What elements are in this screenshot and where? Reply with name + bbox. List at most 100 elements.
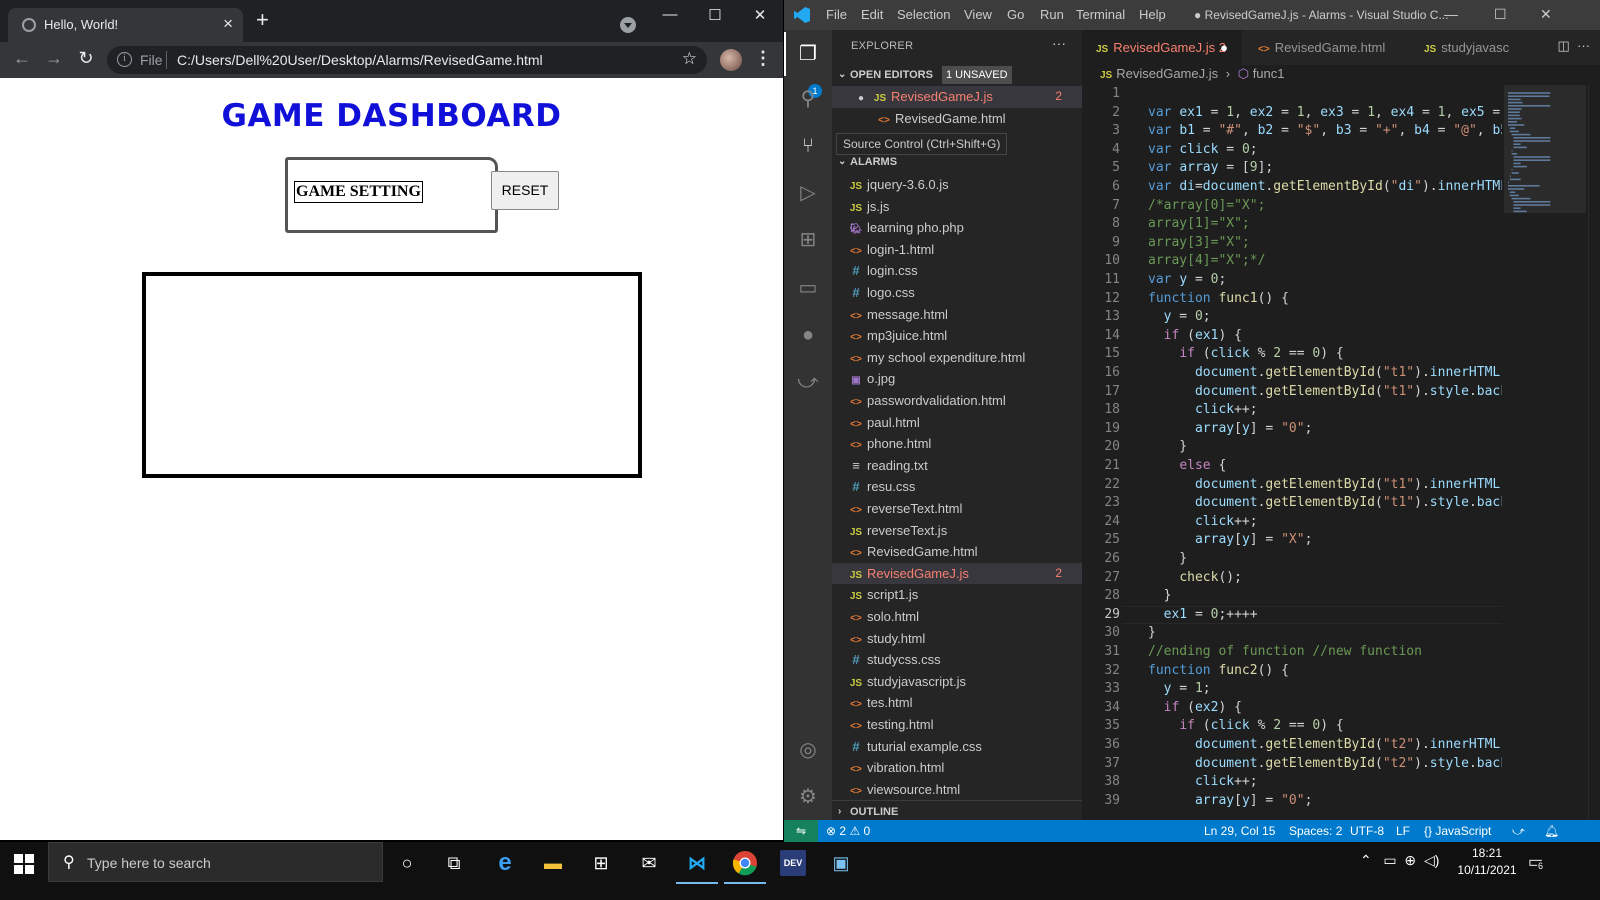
settings-gear-icon[interactable]: ⚙ — [796, 785, 820, 809]
close-window-button[interactable]: ✕ — [745, 6, 775, 24]
network-icon[interactable]: ⊕ — [1404, 852, 1416, 868]
game-setting-button[interactable]: GAME SETTING — [294, 181, 423, 203]
open-editors-header[interactable]: ⌄ OPEN EDITORS 1 UNSAVED — [832, 64, 1082, 86]
profile-avatar[interactable] — [720, 49, 742, 71]
menu-run[interactable]: Run — [1040, 7, 1064, 22]
file-tree-item[interactable]: ▣ o.jpg — [832, 368, 1082, 390]
tab-revisedgame-html[interactable]: <> RevisedGame.html — [1242, 30, 1410, 65]
reload-icon[interactable]: ↻ — [75, 48, 97, 69]
file-tree-item[interactable]: JS js.js — [832, 196, 1082, 218]
remote-desktop-icon[interactable]: ▣ — [828, 850, 854, 876]
live-share-icon[interactable]: ⤻ — [796, 370, 820, 394]
chrome-menu-icon[interactable]: ⋮ — [754, 48, 772, 69]
info-icon[interactable]: i — [117, 52, 132, 67]
open-editor-item[interactable]: ● JS RevisedGameJ.js 2 — [832, 86, 1082, 108]
accounts-icon[interactable]: ◎ — [796, 738, 820, 762]
taskbar-clock[interactable]: 18:21 10/11/2021 — [1455, 845, 1519, 879]
breadcrumb-symbol[interactable]: func1 — [1253, 66, 1285, 81]
file-tree-item[interactable]: <> study.html — [832, 628, 1082, 650]
close-tab-icon[interactable]: × — [223, 14, 233, 34]
unsaved-dot-icon[interactable]: ● — [1220, 30, 1228, 65]
taskbar-search-box[interactable]: ⚲ Type here to search — [48, 842, 383, 882]
chrome-taskbar-icon[interactable] — [724, 850, 766, 884]
cortana-icon[interactable]: ○ — [394, 850, 420, 876]
vscode-close-button[interactable]: ✕ — [1540, 6, 1552, 23]
file-tree-item[interactable]: # login.css — [832, 260, 1082, 282]
browser-tab[interactable]: Hello, World! × — [8, 8, 243, 42]
file-tree-item[interactable]: <> viewsource.html — [832, 779, 1082, 801]
address-bar[interactable]: i File C:/Users/Dell%20User/Desktop/Alar… — [107, 46, 707, 74]
reset-button[interactable]: RESET — [491, 171, 559, 210]
minimize-button[interactable]: — — [655, 6, 685, 23]
file-tree-item[interactable]: <> passwordvalidation.html — [832, 390, 1082, 412]
tab-search-icon[interactable] — [620, 17, 636, 33]
editor-scrollbar[interactable] — [1588, 85, 1600, 820]
file-tree-item[interactable]: <> solo.html — [832, 606, 1082, 628]
explorer-icon[interactable]: ❐ — [784, 32, 820, 76]
bookmark-star-icon[interactable]: ☆ — [682, 49, 697, 69]
file-tree-item[interactable]: <> RevisedGame.html — [832, 541, 1082, 563]
problems-indicator[interactable]: ⊗ 2 ⚠ 0 — [826, 824, 870, 838]
file-tree-item[interactable]: <> tes.html — [832, 692, 1082, 714]
menu-terminal[interactable]: Terminal — [1076, 7, 1125, 22]
file-tree-item[interactable]: JS reverseText.js — [832, 520, 1082, 542]
split-editor-icon[interactable]: ◫ ··· — [1558, 38, 1591, 54]
battery-icon[interactable]: ▭ — [1383, 852, 1396, 868]
new-tab-button[interactable]: + — [256, 9, 269, 31]
chevron-up-icon[interactable]: ⌃ — [1360, 852, 1372, 868]
file-tree-item[interactable]: JS RevisedGameJ.js 2 — [832, 562, 1082, 585]
file-tree-item[interactable]: <> login-1.html — [832, 239, 1082, 261]
file-tree-item[interactable]: <> paul.html — [832, 412, 1082, 434]
file-tree-item[interactable]: 🐘︎ learning pho.php — [832, 217, 1082, 239]
notifications-bell-icon[interactable]: 🔔︎ — [1544, 824, 1559, 838]
breadcrumb-file[interactable]: RevisedGameJ.js — [1116, 66, 1218, 81]
forward-arrow-icon[interactable]: → — [43, 48, 65, 69]
source-control-icon[interactable]: ⑂ — [796, 134, 820, 158]
github-icon[interactable]: ● — [796, 323, 820, 347]
file-tree-item[interactable]: <> my school expenditure.html — [832, 347, 1082, 369]
run-debug-icon[interactable]: ▷ — [796, 181, 820, 205]
file-tree-item[interactable]: # logo.css — [832, 282, 1082, 304]
end-of-line[interactable]: LF — [1396, 824, 1410, 838]
edge-icon[interactable]: e — [492, 850, 518, 876]
menu-selection[interactable]: Selection — [897, 7, 950, 22]
volume-icon[interactable]: ◁) — [1424, 852, 1439, 868]
file-explorer-icon[interactable]: ▬ — [540, 850, 566, 876]
task-view-icon[interactable]: ⧉ — [441, 850, 467, 876]
file-tree-item[interactable]: <> mp3juice.html — [832, 325, 1082, 347]
file-tree-item[interactable]: # studycss.css — [832, 649, 1082, 671]
code-editor[interactable]: 1 2 var ex1 = 1, ex2 = 1, ex3 = 1, ex4 = 1… — [1082, 85, 1502, 820]
extensions-icon[interactable]: ⊞ — [796, 228, 820, 252]
file-tree-item[interactable]: # tuturial example.css — [832, 736, 1082, 758]
remote-indicator-icon[interactable]: ⇋ — [784, 820, 818, 842]
file-tree-item[interactable]: JS jquery-3.6.0.js — [832, 174, 1082, 196]
vscode-taskbar-icon[interactable]: ⋈ — [676, 850, 718, 884]
file-tree-item[interactable]: <> testing.html — [832, 714, 1082, 736]
outline-header[interactable]: › OUTLINE — [832, 800, 1082, 822]
vscode-minimize-button[interactable]: — — [1444, 6, 1458, 22]
file-tree-item[interactable]: <> vibration.html — [832, 757, 1082, 779]
minimap[interactable] — [1504, 85, 1586, 820]
vscode-maximize-button[interactable]: ☐ — [1494, 6, 1507, 23]
menu-help[interactable]: Help — [1139, 7, 1166, 22]
file-tree-item[interactable]: <> reverseText.html — [832, 498, 1082, 520]
file-tree-item[interactable]: # resu.css — [832, 476, 1082, 498]
back-arrow-icon[interactable]: ← — [11, 48, 33, 69]
indentation[interactable]: Spaces: 2 — [1289, 824, 1342, 838]
menu-file[interactable]: File — [826, 7, 847, 22]
tab-studyjavascript-js[interactable]: JS studyjavascript.js — [1410, 30, 1510, 65]
menu-view[interactable]: View — [964, 7, 992, 22]
file-tree-item[interactable]: JS studyjavascript.js — [832, 671, 1082, 693]
mail-icon[interactable]: ✉ — [636, 850, 662, 876]
url-text[interactable]: C:/Users/Dell%20User/Desktop/Alarms/Revi… — [177, 52, 543, 68]
cursor-position[interactable]: Ln 29, Col 15 — [1204, 824, 1275, 838]
dev-cpp-icon[interactable]: DEV — [780, 850, 806, 876]
open-editor-item[interactable]: <> RevisedGame.html — [832, 108, 1082, 130]
microsoft-store-icon[interactable]: ⊞ — [588, 850, 614, 876]
remote-explorer-icon[interactable]: ▭ — [796, 276, 820, 300]
menu-go[interactable]: Go — [1007, 7, 1024, 22]
search-icon[interactable]: ⚲ — [796, 87, 820, 111]
file-tree-item[interactable]: JS script1.js — [832, 584, 1082, 606]
tab-revisedgamej-js[interactable]: JS RevisedGameJ.js 2 ● — [1082, 30, 1242, 65]
action-center-icon[interactable]: ▭ 6 — [1528, 852, 1545, 872]
